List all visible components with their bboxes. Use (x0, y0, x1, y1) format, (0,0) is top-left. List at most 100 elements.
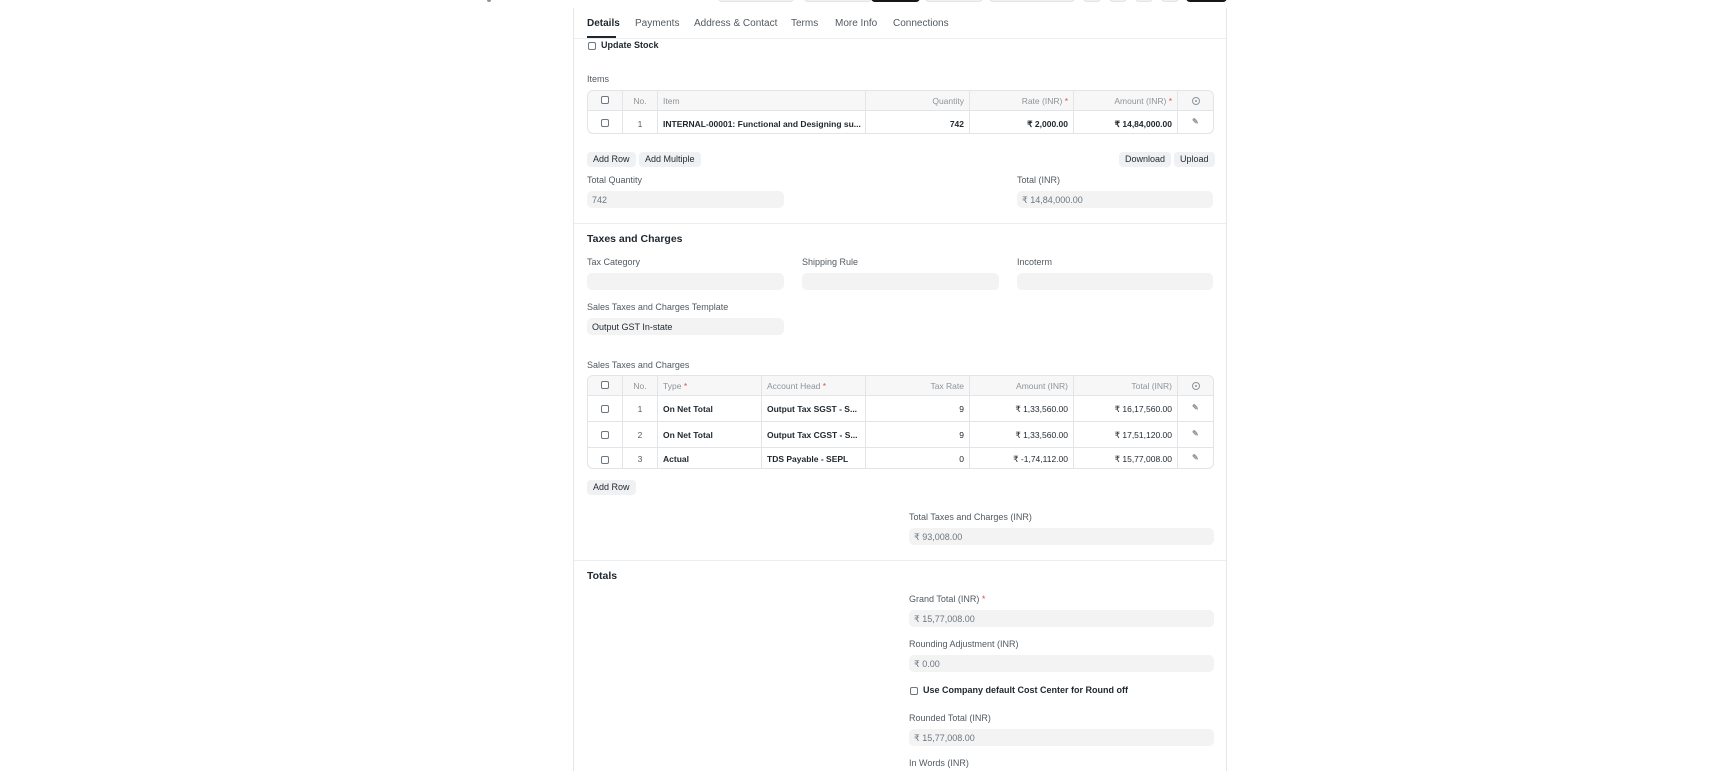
rounded-total-field[interactable]: ₹ 15,77,008.00 (909, 729, 1214, 746)
total-label: Total (INR) (1017, 175, 1061, 185)
row-item[interactable]: INTERNAL-00001: Functional and Designing… (658, 111, 866, 133)
tab-address-contact[interactable]: Address & Contact (694, 18, 777, 29)
edit-row-icon[interactable]: ✎ (1192, 403, 1199, 412)
rounding-adjustment-field[interactable]: ₹ 0.00 (909, 655, 1214, 672)
toolbar-button[interactable] (925, 0, 983, 2)
items-grid-header: No. Item Quantity Rate (INR) * Amount (I… (588, 91, 1213, 111)
add-row-button[interactable]: Add Row (587, 152, 636, 167)
row-tax-rate[interactable]: 0 (866, 448, 970, 468)
row-amount[interactable]: ₹ -1,74,112.00 (970, 448, 1074, 468)
col-amount: Amount (INR) (970, 376, 1074, 395)
rounded-total-label: Rounded Total (INR) (909, 713, 991, 723)
shipping-rule-field[interactable] (802, 273, 999, 290)
tab-details[interactable]: Details (587, 18, 620, 29)
row-no: 3 (623, 448, 658, 468)
table-row[interactable]: 1 INTERNAL-00001: Functional and Designi… (588, 111, 1213, 133)
tab-terms[interactable]: Terms (791, 18, 818, 29)
taxes-grid: No. Type * Account Head * Tax Rate Amoun… (587, 375, 1214, 469)
section-divider (574, 223, 1226, 224)
add-multiple-button[interactable]: Add Multiple (639, 152, 701, 167)
form-tabs: Details Payments Address & Contact Terms… (574, 8, 1226, 39)
update-stock-label: Update Stock (601, 40, 659, 50)
form-card: Details Payments Address & Contact Terms… (573, 8, 1227, 771)
toolbar-button[interactable] (989, 0, 1075, 2)
col-account-head: Account Head * (762, 376, 866, 395)
row-tax-rate[interactable]: 9 (866, 396, 970, 421)
row-type[interactable]: On Net Total (658, 396, 762, 421)
edit-row-icon[interactable]: ✎ (1192, 117, 1199, 126)
total-taxes-field[interactable]: ₹ 93,008.00 (909, 528, 1214, 545)
row-total[interactable]: ₹ 16,17,560.00 (1074, 396, 1178, 421)
col-rate: Rate (INR) * (970, 91, 1074, 110)
use-default-cost-center-label: Use Company default Cost Center for Roun… (923, 685, 1129, 695)
row-rate[interactable]: ₹ 2,000.00 (970, 111, 1074, 133)
toolbar-button[interactable] (718, 0, 794, 2)
shipping-rule-label: Shipping Rule (802, 257, 859, 267)
sales-invoice-page: Details Payments Address & Contact Terms… (0, 0, 1716, 771)
template-field[interactable]: Output GST In-state (587, 318, 784, 335)
table-row[interactable]: 1 On Net Total Output Tax SGST - S... 9 … (588, 396, 1213, 422)
edit-row-icon[interactable]: ✎ (1192, 453, 1199, 462)
toolbar-icon-button[interactable] (1109, 0, 1127, 2)
row-total[interactable]: ₹ 15,77,008.00 (1074, 448, 1178, 468)
row-tax-rate[interactable]: 9 (866, 422, 970, 447)
taxes-grid-header: No. Type * Account Head * Tax Rate Amoun… (588, 376, 1213, 396)
col-tax-rate: Tax Rate (866, 376, 970, 395)
incoterm-field[interactable] (1017, 273, 1213, 290)
row-checkbox[interactable] (601, 431, 609, 439)
select-all-checkbox[interactable] (601, 381, 609, 389)
row-checkbox[interactable] (601, 405, 609, 413)
row-amount[interactable]: ₹ 1,33,560.00 (970, 396, 1074, 421)
total-taxes-label: Total Taxes and Charges (INR) (909, 512, 1032, 522)
incoterm-label: Incoterm (1017, 257, 1053, 267)
total-quantity-field[interactable]: 742 (587, 191, 784, 208)
toolbar-button[interactable] (804, 0, 872, 2)
row-type[interactable]: Actual (658, 448, 762, 468)
grand-total-label: Grand Total (INR) * (909, 594, 986, 604)
active-tab-indicator (587, 36, 616, 38)
tax-category-field[interactable] (587, 273, 784, 290)
tab-payments[interactable]: Payments (635, 18, 679, 29)
edit-row-icon[interactable]: ✎ (1192, 429, 1199, 438)
toolbar-icon-button[interactable] (1083, 0, 1101, 2)
items-label: Items (587, 74, 610, 84)
row-account-head[interactable]: TDS Payable - SEPL (762, 448, 866, 468)
toolbar-dot-icon (487, 0, 491, 2)
total-field[interactable]: ₹ 14,84,000.00 (1017, 191, 1213, 208)
table-row[interactable]: 2 On Net Total Output Tax CGST - S... 9 … (588, 422, 1213, 448)
tab-more-info[interactable]: More Info (835, 18, 877, 29)
items-grid: No. Item Quantity Rate (INR) * Amount (I… (587, 90, 1214, 134)
add-tax-row-button[interactable]: Add Row (587, 480, 636, 495)
row-checkbox[interactable] (601, 456, 609, 464)
taxes-section-title: Taxes and Charges (587, 233, 683, 245)
row-account-head[interactable]: Output Tax SGST - S... (762, 396, 866, 421)
select-all-checkbox[interactable] (601, 96, 609, 104)
tab-connections[interactable]: Connections (893, 18, 949, 29)
row-type[interactable]: On Net Total (658, 422, 762, 447)
section-divider (574, 560, 1226, 561)
row-total[interactable]: ₹ 17,51,120.00 (1074, 422, 1178, 447)
grid-settings-icon[interactable] (1192, 382, 1200, 390)
col-total: Total (INR) (1074, 376, 1178, 395)
toolbar-icon-button[interactable] (1135, 0, 1153, 2)
table-row[interactable]: 3 Actual TDS Payable - SEPL 0 ₹ -1,74,11… (588, 448, 1213, 468)
grand-total-field[interactable]: ₹ 15,77,008.00 (909, 610, 1214, 627)
template-label: Sales Taxes and Charges Template (587, 302, 729, 312)
tax-category-label: Tax Category (587, 257, 641, 267)
row-account-head[interactable]: Output Tax CGST - S... (762, 422, 866, 447)
toolbar-button-submit[interactable] (1186, 0, 1227, 2)
row-no: 2 (623, 422, 658, 447)
download-button[interactable]: Download (1119, 152, 1172, 167)
use-default-cost-center-checkbox[interactable] (910, 687, 918, 695)
row-amount[interactable]: ₹ 14,84,000.00 (1074, 111, 1178, 133)
update-stock-checkbox[interactable] (588, 42, 596, 50)
upload-button[interactable]: Upload (1174, 152, 1215, 167)
col-type: Type * (658, 376, 762, 395)
grid-settings-icon[interactable] (1192, 97, 1200, 105)
taxes-grid-label: Sales Taxes and Charges (587, 360, 690, 370)
toolbar-icon-button[interactable] (1161, 0, 1179, 2)
toolbar-button-primary[interactable] (871, 0, 920, 2)
row-checkbox[interactable] (601, 119, 609, 127)
row-quantity[interactable]: 742 (866, 111, 970, 133)
row-amount[interactable]: ₹ 1,33,560.00 (970, 422, 1074, 447)
